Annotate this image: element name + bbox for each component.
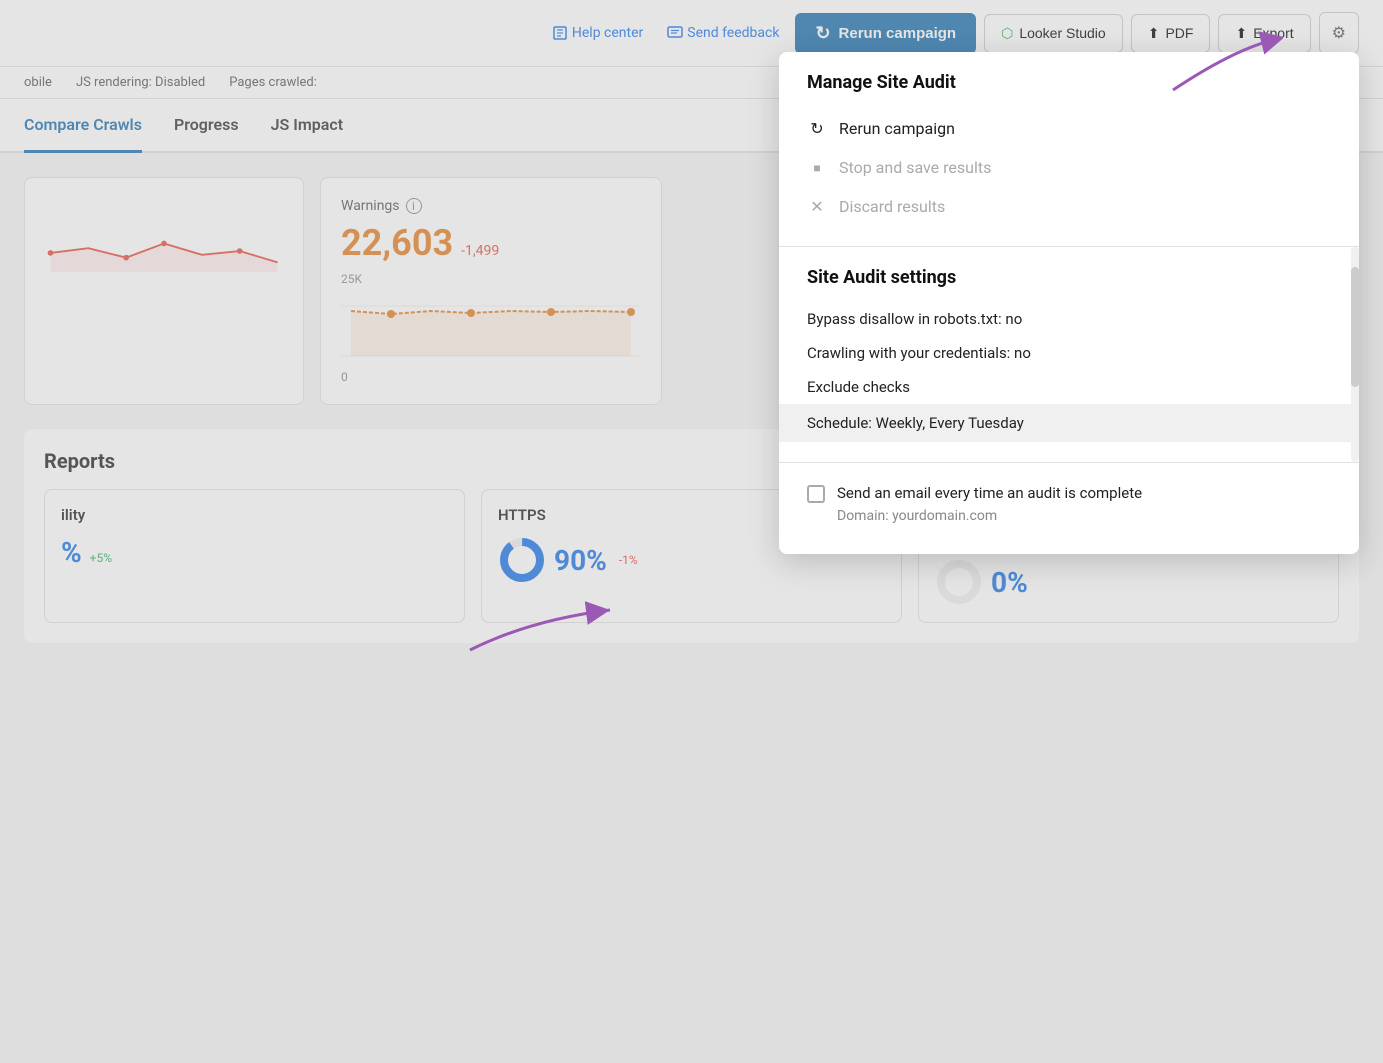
stop-icon: ■ <box>807 161 827 175</box>
scrollbar-track <box>1351 247 1359 462</box>
scrollbar-thumb[interactable] <box>1351 267 1359 387</box>
manage-site-audit-dropdown: Manage Site Audit ↻ Rerun campaign ■ Sto… <box>779 52 1359 554</box>
discard-icon: ✕ <box>807 197 827 216</box>
email-row: Send an email every time an audit is com… <box>807 483 1331 524</box>
settings-section: Site Audit settings Bypass disallow in r… <box>779 246 1359 462</box>
menu-item-discard: ✕ Discard results <box>807 187 1331 226</box>
annotation-arrow-bottom <box>450 580 650 664</box>
email-section: Send an email every time an audit is com… <box>779 462 1359 554</box>
email-label: Send an email every time an audit is com… <box>837 483 1142 504</box>
rerun-menu-icon: ↻ <box>807 119 827 138</box>
domain-text: Domain: yourdomain.com <box>837 508 1142 524</box>
email-checkbox[interactable] <box>807 485 825 503</box>
settings-row-bypass[interactable]: Bypass disallow in robots.txt: no <box>807 302 1331 336</box>
settings-heading: Site Audit settings <box>807 267 1331 288</box>
menu-item-rerun[interactable]: ↻ Rerun campaign <box>807 109 1331 148</box>
annotation-arrow-top <box>1163 30 1283 104</box>
settings-row-schedule[interactable]: Schedule: Weekly, Every Tuesday <box>779 404 1359 442</box>
menu-item-stop: ■ Stop and save results <box>807 148 1331 187</box>
settings-row-exclude[interactable]: Exclude checks <box>807 370 1331 404</box>
settings-row-crawling[interactable]: Crawling with your credentials: no <box>807 336 1331 370</box>
